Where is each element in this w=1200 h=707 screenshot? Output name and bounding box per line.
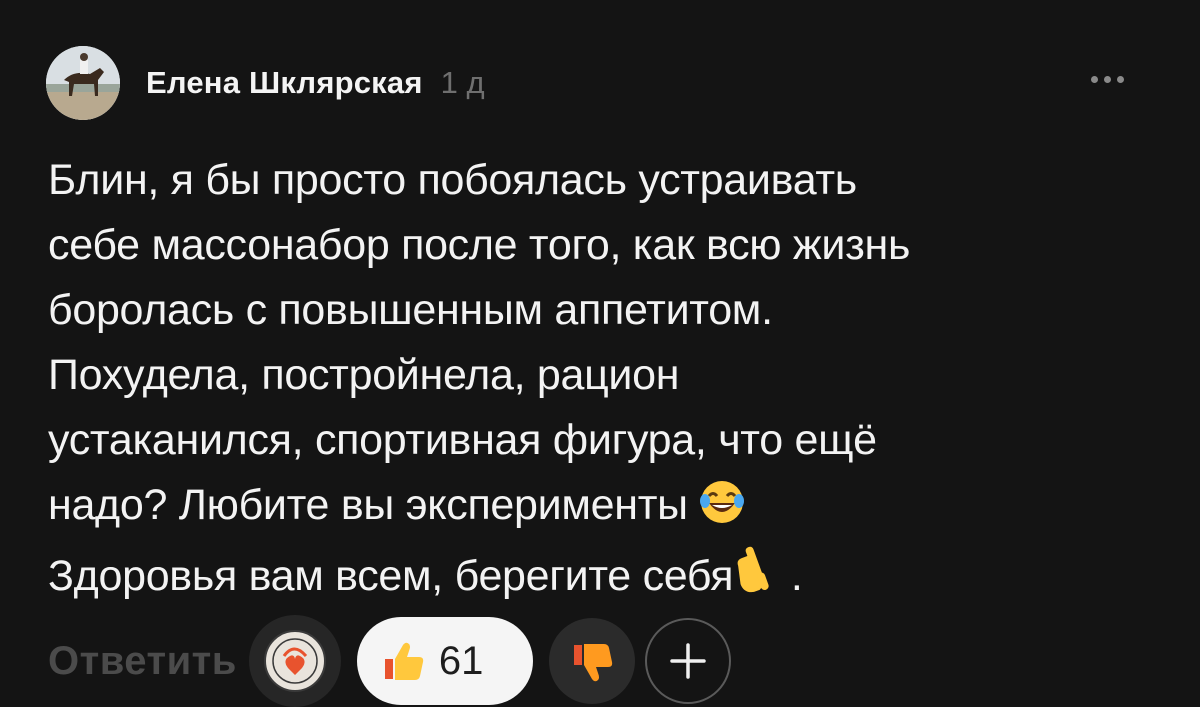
add-reaction-button[interactable]	[644, 618, 731, 704]
reply-button[interactable]: Ответить	[48, 639, 237, 684]
comment-text-line-with-emoji: надо? Любите вы эксперименты	[48, 473, 1158, 544]
author-name[interactable]: Елена Шклярская	[146, 65, 423, 101]
sticker-icon	[263, 630, 326, 692]
thumbs-up-icon	[384, 642, 424, 680]
comment-text-line: устаканился, спортивная фигура, что ещё	[48, 416, 877, 464]
more-button[interactable]	[1091, 76, 1124, 83]
comment-text-line: Блин, я бы просто побоялась устраивать	[48, 156, 857, 204]
comment-text-line-with-emoji: Здоровья вам всем, берегите себя .	[48, 544, 1158, 615]
dislike-button[interactable]	[548, 618, 635, 704]
comment-time: 1 д	[440, 65, 485, 100]
more-dots-icon	[1091, 76, 1098, 83]
thumbs-down-icon	[573, 644, 613, 682]
plus-icon	[670, 643, 706, 679]
laughing-crying-emoji-icon	[699, 479, 745, 544]
comment-text-line: боролась с повышенным аппетитом.	[48, 286, 773, 334]
comment-text-line: себе массонабор после того, как всю жизн…	[48, 221, 911, 269]
sticker-reaction-button[interactable]	[248, 615, 341, 707]
comment-text: Блин, я бы просто побоялась устраивать с…	[48, 148, 1158, 615]
like-count: 61	[438, 638, 484, 683]
comment-actions: Ответить 61	[48, 615, 731, 707]
comment-header: Елена Шклярская 1 д	[46, 46, 485, 120]
pointing-down-emoji-icon	[733, 546, 779, 615]
like-button[interactable]: 61	[356, 617, 533, 705]
comment-card: Елена Шклярская 1 д Блин, я бы просто по…	[0, 0, 1200, 707]
avatar[interactable]	[46, 46, 120, 120]
comment-text-line: Похудела, постройнела, рацион	[48, 351, 680, 399]
